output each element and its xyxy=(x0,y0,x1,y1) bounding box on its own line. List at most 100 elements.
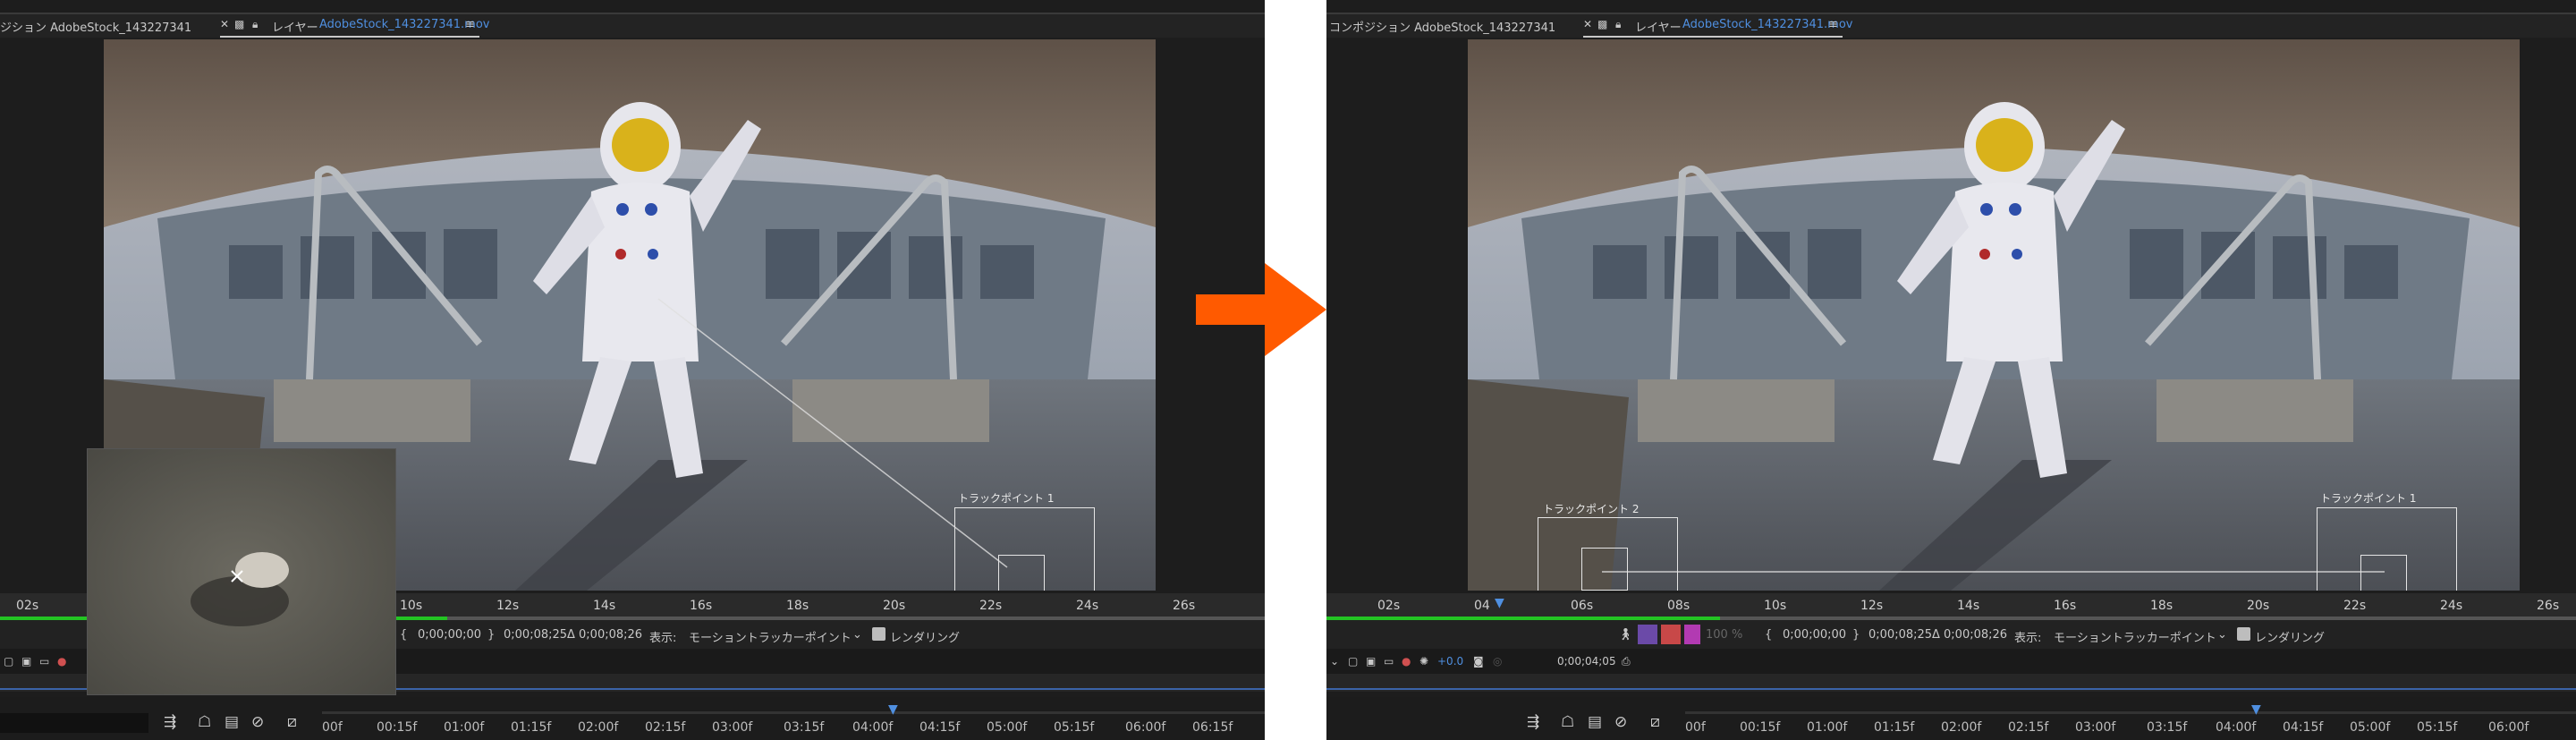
shy-icon[interactable]: ☖ xyxy=(198,713,211,731)
in-point-icon[interactable]: { xyxy=(400,628,407,642)
track-point-1-label: トラックポイント 1 xyxy=(958,492,1055,505)
monitor-icon[interactable]: ▭ xyxy=(1384,655,1394,668)
shy-icon[interactable]: ☖ xyxy=(1561,713,1574,731)
timeline-tick: 04:15f xyxy=(919,720,961,735)
monitor-icon[interactable]: ▭ xyxy=(39,655,49,668)
out-point-time[interactable]: 0;00;08;25 xyxy=(504,628,567,642)
timeline-tick: 03:15f xyxy=(2147,720,2188,735)
playhead-marker[interactable]: ▼ xyxy=(888,702,898,717)
lock-icon[interactable]: 🔒︎ xyxy=(1615,18,1621,31)
ruler-label: 26s xyxy=(2537,599,2560,613)
tab-composition[interactable]: コンポジション AdobeStock_143227341 xyxy=(1329,18,1555,35)
ruler-label: 18s xyxy=(2150,599,2174,613)
viewer-tab-bar: ジション AdobeStock_143227341 ✕ ▩ 🔒︎ レイヤー Ad… xyxy=(0,13,1265,38)
tab-menu-icon[interactable]: ≡ xyxy=(465,18,475,31)
tab-layer-prefix[interactable]: レイヤー xyxy=(272,18,318,35)
timeline-header xyxy=(1326,674,2576,692)
chevron-down-icon[interactable]: ⌄ xyxy=(2217,628,2227,642)
ruler-label: 26s xyxy=(1173,599,1196,613)
ruler-label: 16s xyxy=(2054,599,2077,613)
opacity-value: 100 % xyxy=(1706,628,1743,642)
ruler-label: 24s xyxy=(1076,599,1099,613)
timeline-panel[interactable]: ⇶ ☖ ▤ ⊘ ⧄ 00f 00:15f 01:00f 01:15f 02:00… xyxy=(0,697,1265,740)
exposure-value[interactable]: +0.0 xyxy=(1437,655,1463,668)
ruler-label: 10s xyxy=(1764,599,1787,613)
draft-3d-icon[interactable]: ⧄ xyxy=(287,713,297,731)
track-option-icon[interactable] xyxy=(1661,625,1681,644)
timeline-panel[interactable]: ⇶ ☖ ▤ ⊘ ⧄ 00f 00:15f 01:00f 01:15f 02:00… xyxy=(1326,697,2576,740)
region-icon[interactable]: ▢ xyxy=(1348,655,1358,668)
out-point-icon[interactable]: } xyxy=(487,628,495,642)
lock-icon[interactable]: 🔒︎ xyxy=(252,18,258,31)
motion-blur-icon[interactable]: ⊘ xyxy=(1614,713,1627,731)
ruler-label: 02s xyxy=(1377,599,1401,613)
view-dropdown[interactable]: モーショントラッカーポイント xyxy=(2054,628,2216,645)
frame-blend-icon[interactable]: ▤ xyxy=(225,713,239,731)
color-icon[interactable]: ● xyxy=(57,655,66,668)
layer-icon: ▩ xyxy=(234,18,245,30)
graph-editor-icon[interactable]: ⇶ xyxy=(164,713,176,731)
render-checkbox[interactable] xyxy=(2237,627,2250,641)
ruler-label: 18s xyxy=(786,599,809,613)
timeline-tick: 05:15f xyxy=(2417,720,2458,735)
camera-snapshot-icon[interactable]: ⎙ xyxy=(1622,655,1631,668)
in-point-icon[interactable]: { xyxy=(1765,628,1772,642)
timeline-tick: 02:15f xyxy=(645,720,686,735)
current-time-marker[interactable]: ▼ xyxy=(1495,596,1504,610)
track-option-icon[interactable] xyxy=(1638,625,1657,644)
chevron-down-icon[interactable]: ⌄ xyxy=(1330,655,1339,668)
track-2-feature-region[interactable] xyxy=(1581,548,1628,591)
current-timecode[interactable]: 0;00;04;05 xyxy=(1557,655,1616,668)
close-icon[interactable]: ✕ xyxy=(1583,18,1592,30)
time-ruler[interactable]: 02s 04 06s 08s 10s 12s 14s 16s 18s 20s 2… xyxy=(1326,593,2576,620)
layer-viewer[interactable]: トラックポイント 2 トラックポイント 1 xyxy=(1468,39,2520,591)
track-color-swatch[interactable] xyxy=(1684,625,1700,644)
person-icon[interactable]: 🚶︎ xyxy=(1618,628,1633,642)
ruler-label: 22s xyxy=(2343,599,2367,613)
tab-layer-name[interactable]: AdobeStock_143227341.mov xyxy=(319,18,489,31)
frame-blend-icon[interactable]: ▤ xyxy=(1588,713,1602,731)
camera-icon[interactable]: ◙ xyxy=(1473,655,1484,668)
close-icon[interactable]: ✕ xyxy=(220,18,229,30)
track-point-2-label: トラックポイント 2 xyxy=(1543,503,1640,515)
ruler-label: 12s xyxy=(496,599,520,613)
timeline-tick: 00f xyxy=(322,720,343,735)
tab-menu-icon[interactable]: ≡ xyxy=(1828,18,1838,31)
out-point-time[interactable]: 0;00;08;25 xyxy=(1868,628,1932,642)
ruler-label: 24s xyxy=(2440,599,2463,613)
motion-blur-icon[interactable]: ⊘ xyxy=(251,713,264,731)
color-icon[interactable]: ● xyxy=(1402,655,1411,668)
layer-icon: ▩ xyxy=(1597,18,1608,30)
timeline-tick: 01:15f xyxy=(1874,720,1915,735)
timeline-search-input[interactable] xyxy=(0,713,148,733)
playhead-marker[interactable]: ▼ xyxy=(2251,702,2261,717)
magnifier-loupe xyxy=(87,448,396,695)
timeline-tick: 00:15f xyxy=(377,720,418,735)
ruler-label: 04 xyxy=(1474,599,1490,613)
render-checkbox[interactable] xyxy=(872,627,886,641)
snapshot-icon[interactable]: ◎ xyxy=(1493,655,1502,668)
out-point-icon[interactable]: } xyxy=(1852,628,1860,642)
tab-layer-name[interactable]: AdobeStock_143227341.mov xyxy=(1682,18,1852,31)
exposure-icon[interactable]: ✺ xyxy=(1419,655,1428,668)
draft-3d-icon[interactable]: ⧄ xyxy=(1650,713,1660,731)
in-point-time[interactable]: 0;00;00;00 xyxy=(418,628,481,642)
chevron-down-icon[interactable]: ⌄ xyxy=(852,628,862,642)
timeline-tick: 03:00f xyxy=(2075,720,2116,735)
in-point-time[interactable]: 0;00;00;00 xyxy=(1783,628,1846,642)
track-feature-region[interactable] xyxy=(2360,555,2407,591)
view-label: 表示: xyxy=(649,632,677,645)
grid-icon[interactable]: ▣ xyxy=(1366,655,1376,668)
duration: Δ 0;00;08;26 xyxy=(567,628,643,642)
tab-composition[interactable]: ジション AdobeStock_143227341 xyxy=(0,18,191,35)
grid-icon[interactable]: ▣ xyxy=(21,655,31,668)
track-feature-region[interactable] xyxy=(998,555,1045,591)
timeline-tick: 02:00f xyxy=(578,720,619,735)
graph-editor-icon[interactable]: ⇶ xyxy=(1527,713,1539,731)
view-dropdown[interactable]: モーショントラッカーポイント xyxy=(689,628,852,645)
track-point-1-label: トラックポイント 1 xyxy=(2320,492,2417,505)
tab-layer-prefix[interactable]: レイヤー xyxy=(1635,18,1682,35)
duration: Δ 0;00;08;26 xyxy=(1932,628,2008,642)
ruler-label: 16s xyxy=(690,599,713,613)
region-icon[interactable]: ▢ xyxy=(4,655,13,668)
